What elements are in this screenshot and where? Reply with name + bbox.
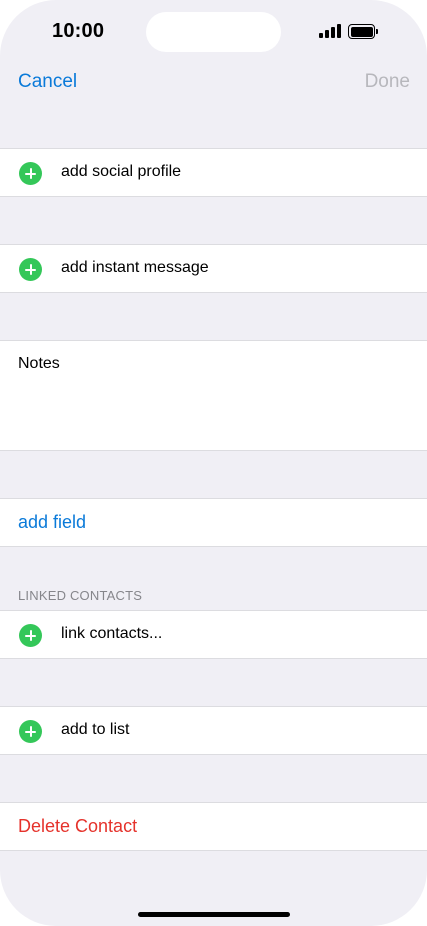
- add-social-profile-label: add social profile: [61, 163, 182, 180]
- delete-contact-button[interactable]: Delete Contact: [18, 816, 137, 837]
- dynamic-island: [146, 12, 281, 52]
- add-to-list-label: add to list: [61, 721, 130, 738]
- notes-field[interactable]: Notes: [0, 340, 427, 451]
- cellular-signal-icon: [319, 24, 341, 38]
- cancel-button[interactable]: Cancel: [18, 71, 77, 93]
- add-circle-icon[interactable]: [19, 162, 42, 185]
- home-indicator[interactable]: [138, 912, 290, 917]
- phone-screen: 10:00 Cancel Done add social profile add…: [0, 0, 427, 926]
- add-to-list-row[interactable]: add to list: [0, 706, 427, 755]
- add-instant-message-label: add instant message: [61, 259, 209, 276]
- add-circle-icon[interactable]: [19, 720, 42, 743]
- status-bar: 10:00: [0, 0, 427, 60]
- delete-contact-row[interactable]: Delete Contact: [0, 802, 427, 851]
- add-field-row[interactable]: add field: [0, 498, 427, 547]
- add-circle-icon[interactable]: [19, 624, 42, 647]
- link-contacts-row[interactable]: link contacts...: [0, 610, 427, 659]
- add-social-profile-row[interactable]: add social profile: [0, 148, 427, 197]
- add-circle-icon[interactable]: [19, 258, 42, 281]
- notes-label: Notes: [18, 355, 60, 372]
- add-field-button[interactable]: add field: [18, 512, 86, 533]
- battery-icon: [348, 24, 378, 39]
- done-button[interactable]: Done: [365, 71, 410, 93]
- status-time: 10:00: [52, 20, 105, 42]
- linked-contacts-header: LINKED CONTACTS: [18, 588, 143, 603]
- add-instant-message-row[interactable]: add instant message: [0, 244, 427, 293]
- link-contacts-label: link contacts...: [61, 625, 163, 642]
